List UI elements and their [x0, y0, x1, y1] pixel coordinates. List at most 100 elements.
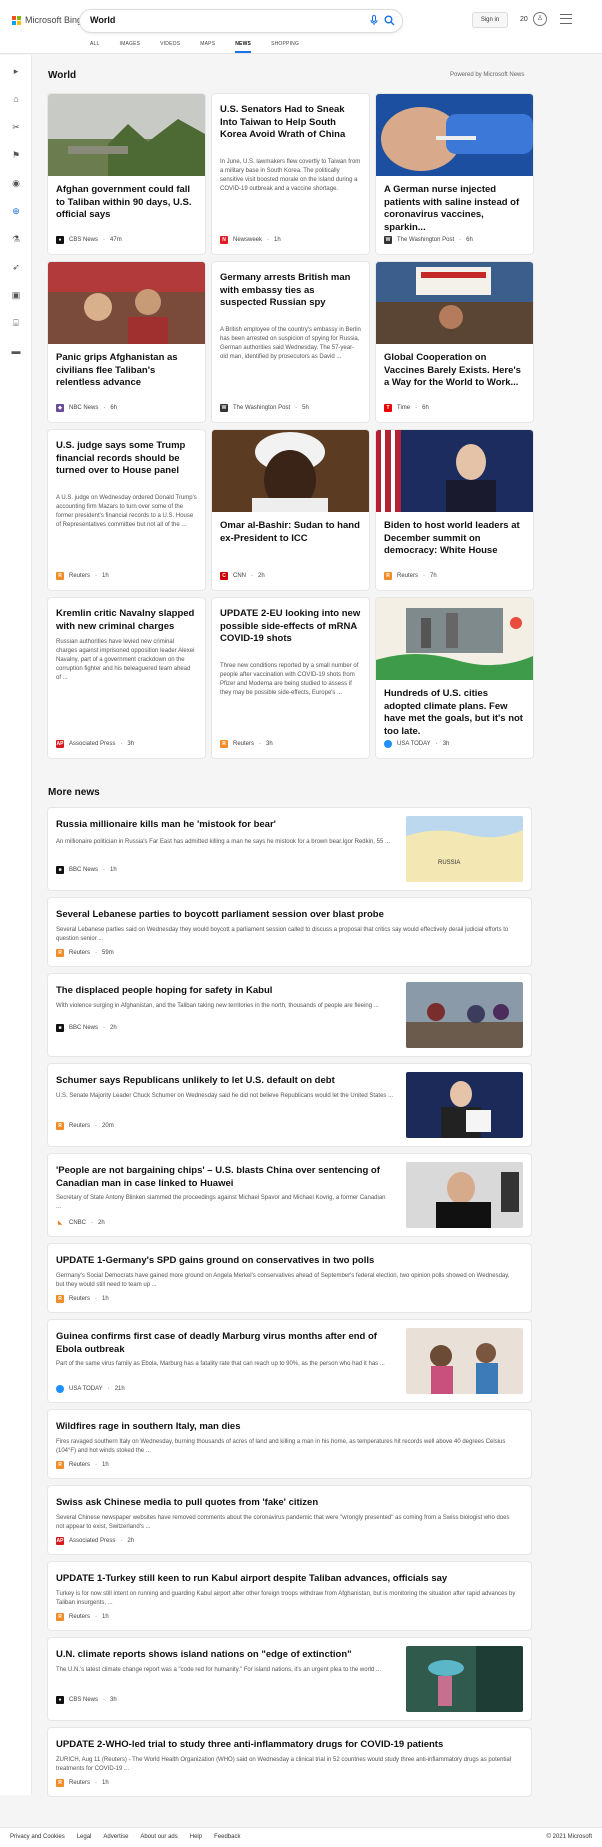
location-icon[interactable]: ◉ [10, 177, 22, 189]
news-row[interactable]: Russia millionaire kills man he 'mistook… [48, 808, 531, 890]
row-title[interactable]: 'People are not bargaining chips' – U.S.… [56, 1164, 391, 1190]
card-title[interactable]: UPDATE 2-EU looking into new possible si… [220, 608, 361, 646]
tab-all[interactable]: ALL [90, 41, 100, 53]
card-title[interactable]: Global Cooperation on Vaccines Barely Ex… [384, 352, 525, 390]
tab-maps[interactable]: MAPS [200, 41, 215, 53]
source-logo-icon: AP [56, 740, 64, 748]
news-row[interactable]: Wildfires rage in southern Italy, man di… [48, 1410, 531, 1478]
globe-icon[interactable]: ⊕ [10, 205, 22, 217]
footer-link-help[interactable]: Help [190, 1834, 202, 1840]
card-source: ◆ NBC News · 6h [56, 404, 117, 412]
tab-shopping[interactable]: SHOPPING [271, 41, 299, 53]
news-icon[interactable]: ✂ [10, 121, 22, 133]
row-title[interactable]: UPDATE 2-WHO-led trial to study three an… [56, 1738, 443, 1751]
news-row[interactable]: Several Lebanese parties to boycott parl… [48, 898, 531, 966]
source-logo-icon: ■ [56, 1024, 64, 1032]
rewards-count[interactable]: 20 [520, 16, 528, 23]
card-source: R Reuters · 3h [220, 740, 273, 748]
row-title[interactable]: Swiss ask Chinese media to pull quotes f… [56, 1496, 318, 1509]
card-source: W The Washington Post · 5h [220, 404, 309, 412]
news-card[interactable]: Kremlin critic Navalny slapped with new … [48, 598, 205, 758]
card-title[interactable]: Omar al-Bashir: Sudan to hand ex-Preside… [220, 520, 361, 545]
news-card[interactable]: U.S. Senators Had to Sneak Into Taiwan t… [212, 94, 369, 254]
news-row[interactable]: UPDATE 2-WHO-led trial to study three an… [48, 1728, 531, 1796]
row-title[interactable]: The displaced people hoping for safety i… [56, 984, 272, 997]
row-title[interactable]: Wildfires rage in southern Italy, man di… [56, 1420, 241, 1433]
card-source: C CNN · 2h [220, 572, 265, 580]
card-title[interactable]: Germany arrests British man with embassy… [220, 272, 361, 310]
news-row[interactable]: Schumer says Republicans unlikely to let… [48, 1064, 531, 1146]
source-logo-icon: R [56, 949, 64, 957]
footer-link-privacy[interactable]: Privacy and Cookies [10, 1834, 65, 1840]
card-title[interactable]: Biden to host world leaders at December … [384, 520, 525, 558]
rocket-icon[interactable]: ➶ [10, 261, 22, 273]
news-row[interactable]: The displaced people hoping for safety i… [48, 974, 531, 1056]
science-icon[interactable]: ⚗ [10, 233, 22, 245]
flag-icon[interactable]: ⚑ [10, 149, 22, 161]
sign-in-button[interactable]: Sign in [472, 12, 508, 28]
card-title[interactable]: Panic grips Afghanistan as civilians fle… [56, 352, 197, 390]
news-row[interactable]: Guinea confirms first case of deadly Mar… [48, 1320, 531, 1402]
source-logo-icon [56, 1385, 64, 1393]
news-card[interactable]: A German nurse injected patients with sa… [376, 94, 533, 254]
row-title[interactable]: U.N. climate reports shows island nation… [56, 1648, 391, 1661]
source-logo-icon: ● [56, 1696, 64, 1704]
news-card[interactable]: Hundreds of U.S. cities adopted climate … [376, 598, 533, 758]
news-card[interactable]: Global Cooperation on Vaccines Barely Ex… [376, 262, 533, 422]
card-image [48, 94, 205, 176]
footer-link-about-ads[interactable]: About our ads [140, 1834, 177, 1840]
search-icon[interactable] [380, 12, 398, 30]
row-title[interactable]: UPDATE 1-Germany's SPD gains ground on c… [56, 1254, 374, 1267]
bing-logo[interactable]: Microsoft Bing [12, 15, 82, 25]
collapse-icon[interactable]: ▸ [10, 65, 22, 77]
news-row[interactable]: UPDATE 1-Germany's SPD gains ground on c… [48, 1244, 531, 1312]
card-title[interactable]: U.S. judge says some Trump financial rec… [56, 440, 197, 478]
card-title[interactable]: Afghan government could fall to Taliban … [56, 184, 197, 222]
home-icon[interactable]: ⌂ [10, 93, 22, 105]
card-source: USA TODAY · 3h [384, 740, 449, 748]
entertainment-icon[interactable]: ▣ [10, 289, 22, 301]
news-card[interactable]: U.S. judge says some Trump financial rec… [48, 430, 205, 590]
search-query[interactable]: World [90, 15, 115, 25]
powered-by[interactable]: Powered by Microsoft News [450, 72, 524, 78]
news-card[interactable]: Biden to host world leaders at December … [376, 430, 533, 590]
tab-images[interactable]: IMAGES [120, 41, 141, 53]
footer-link-feedback[interactable]: Feedback [214, 1834, 240, 1840]
footer: Privacy and Cookies Legal Advertise Abou… [0, 1827, 602, 1847]
rewards-icon[interactable]: ♙ [533, 12, 547, 26]
source-logo-icon: ● [56, 236, 64, 244]
source-logo-icon: R [56, 1779, 64, 1787]
row-title[interactable]: Russia millionaire kills man he 'mistook… [56, 818, 276, 831]
row-title[interactable]: Guinea confirms first case of deadly Mar… [56, 1330, 391, 1356]
news-card[interactable]: Panic grips Afghanistan as civilians fle… [48, 262, 205, 422]
card-source: W The Washington Post · 6h [384, 236, 473, 244]
card-title[interactable]: A German nurse injected patients with sa… [384, 184, 525, 234]
row-title[interactable]: Several Lebanese parties to boycott parl… [56, 908, 384, 921]
news-card[interactable]: UPDATE 2-EU looking into new possible si… [212, 598, 369, 758]
source-logo-icon: N [220, 236, 228, 244]
footer-link-advertise[interactable]: Advertise [103, 1834, 128, 1840]
card-title[interactable]: Kremlin critic Navalny slapped with new … [56, 608, 197, 633]
row-title[interactable]: UPDATE 1-Turkey still keen to run Kabul … [56, 1572, 447, 1585]
card-title[interactable]: U.S. Senators Had to Sneak Into Taiwan t… [220, 104, 361, 142]
news-row[interactable]: Swiss ask Chinese media to pull quotes f… [48, 1486, 531, 1554]
news-row[interactable]: UPDATE 1-Turkey still keen to run Kabul … [48, 1562, 531, 1630]
search-input[interactable]: World [80, 10, 402, 32]
card-title[interactable]: Hundreds of U.S. cities adopted climate … [384, 688, 525, 738]
news-row[interactable]: 'People are not bargaining chips' – U.S.… [48, 1154, 531, 1236]
row-title[interactable]: Schumer says Republicans unlikely to let… [56, 1074, 335, 1087]
menu-icon[interactable] [560, 14, 572, 24]
news-card[interactable]: Germany arrests British man with embassy… [212, 262, 369, 422]
mic-icon[interactable] [368, 15, 380, 27]
category-rail: ▸ ⌂ ✂ ⚑ ◉ ⊕ ⚗ ➶ ▣ ⌸ ▬ [0, 55, 32, 1795]
money-icon[interactable]: ▬ [10, 345, 22, 357]
tab-videos[interactable]: VIDEOS [160, 41, 180, 53]
news-card[interactable]: Omar al-Bashir: Sudan to hand ex-Preside… [212, 430, 369, 590]
footer-link-legal[interactable]: Legal [77, 1834, 92, 1840]
news-card[interactable]: Afghan government could fall to Taliban … [48, 94, 205, 254]
building-icon[interactable]: ⌸ [10, 317, 22, 329]
news-row[interactable]: U.N. climate reports shows island nation… [48, 1638, 531, 1720]
source-logo-icon: R [56, 1613, 64, 1621]
row-summary: U.S. Senate Majority Leader Chuck Schume… [56, 1093, 394, 1099]
tab-news[interactable]: NEWS [235, 41, 252, 53]
